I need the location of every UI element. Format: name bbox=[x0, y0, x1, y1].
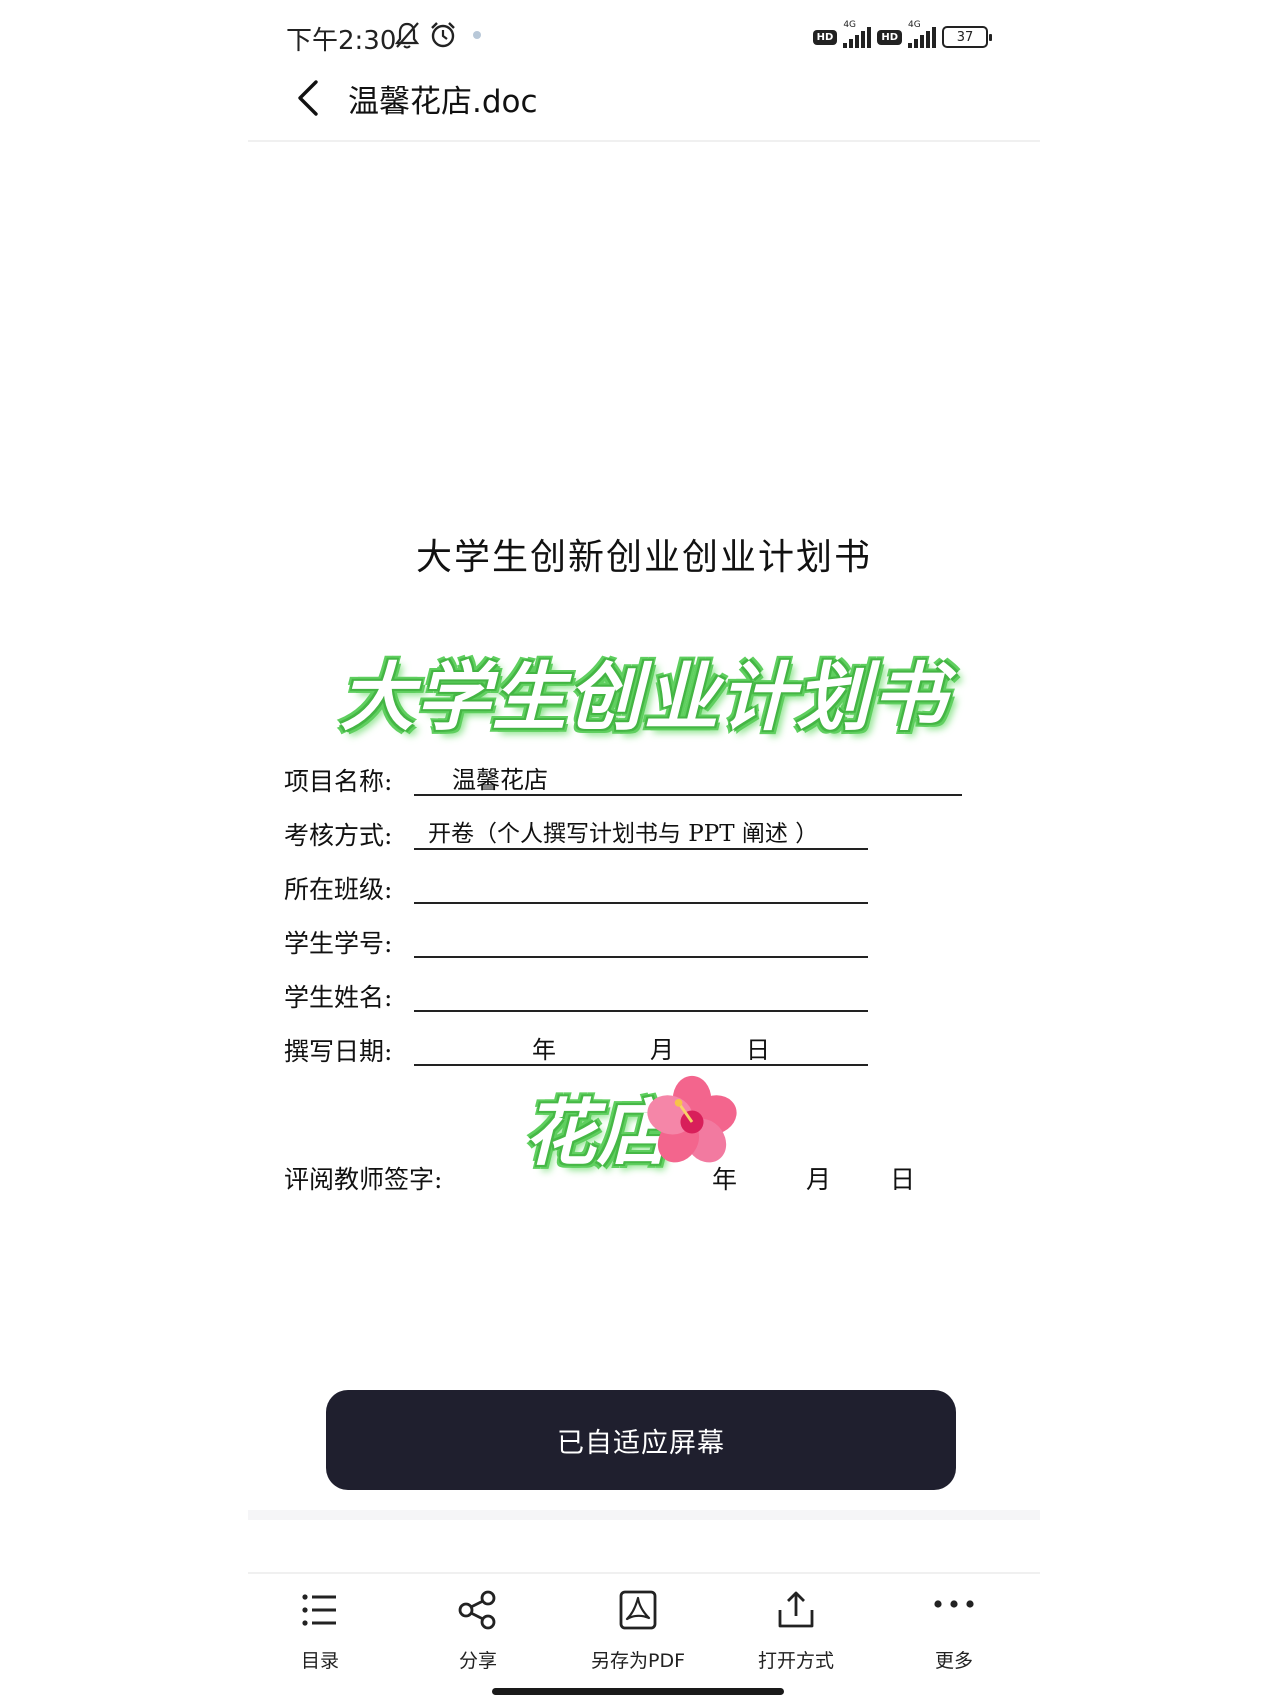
teacher-sign-row: 评阅教师签字: 年 月 日 bbox=[284, 1160, 984, 1200]
field-write-date: 撰写日期: 年 月 日 bbox=[284, 1028, 1024, 1068]
field-assessment: 考核方式: 开卷（个人撰写计划书与 PPT 阐述 ） bbox=[284, 812, 1024, 852]
sign-month: 月 bbox=[806, 1165, 832, 1194]
alarm-icon bbox=[431, 22, 455, 48]
sync-icon bbox=[473, 31, 481, 39]
upload-icon bbox=[778, 1591, 814, 1628]
hibiscus-flower-icon bbox=[647, 1075, 737, 1163]
status-time: 下午2:30 bbox=[286, 26, 397, 56]
battery-level: 37 bbox=[956, 29, 974, 45]
date-month: 月 bbox=[650, 1036, 674, 1064]
sticker-title: 大学生创业计划书 bbox=[340, 655, 948, 741]
field-label: 撰写日期: bbox=[284, 1037, 393, 1066]
document-page[interactable]: 大学生创新创业创业计划书 大学生创业计划书 项目名称: 温馨花店 考核方式: 开… bbox=[248, 144, 1040, 1516]
fit-screen-button[interactable]: 已自适应屏幕 bbox=[326, 1390, 956, 1490]
battery-icon: 37 bbox=[942, 26, 992, 48]
toc-label: 目录 bbox=[300, 1650, 339, 1672]
field-class: 所在班级: bbox=[284, 866, 1024, 906]
back-button[interactable] bbox=[288, 76, 328, 120]
share-icon bbox=[458, 1590, 496, 1630]
field-project-name: 项目名称: 温馨花店 bbox=[284, 758, 1024, 798]
document-heading: 大学生创新创业创业计划书 bbox=[415, 537, 872, 578]
open-with-button[interactable]: 打开方式 bbox=[726, 1588, 866, 1684]
status-right: HD 4G HD 4G 37 bbox=[812, 20, 992, 52]
bottom-toolbar: 目录 分享 另存为PDF 打开方式 更多 bbox=[248, 1572, 1040, 1682]
hd-badge-2: HD bbox=[877, 29, 902, 45]
field-value: 温馨花店 bbox=[452, 766, 548, 794]
date-year: 年 bbox=[532, 1036, 556, 1064]
date-day: 日 bbox=[746, 1036, 770, 1064]
pdf-icon bbox=[619, 1590, 657, 1630]
field-label: 项目名称: bbox=[284, 767, 393, 796]
sign-day: 日 bbox=[890, 1165, 916, 1194]
status-bar: 下午2:30 HD 4G HD 4G 37 bbox=[248, 14, 992, 58]
more-label: 更多 bbox=[934, 1650, 973, 1672]
field-label: 考核方式: bbox=[284, 821, 393, 850]
more-button[interactable]: 更多 bbox=[884, 1588, 1024, 1684]
save-pdf-label: 另存为PDF bbox=[590, 1650, 686, 1672]
open-with-label: 打开方式 bbox=[757, 1650, 834, 1672]
field-student-id: 学生学号: bbox=[284, 920, 1024, 960]
signal-icon-2: 4G bbox=[908, 20, 936, 48]
field-student-name: 学生姓名: bbox=[284, 974, 1024, 1014]
teacher-sign-label: 评阅教师签字: bbox=[284, 1165, 443, 1194]
field-value: 开卷（个人撰写计划书与 PPT 阐述 ） bbox=[428, 821, 819, 847]
field-label: 学生学号: bbox=[284, 929, 393, 958]
signal-icon: 4G bbox=[843, 20, 872, 48]
divider bbox=[248, 1510, 1040, 1520]
chevron-left-icon bbox=[298, 80, 318, 116]
share-label: 分享 bbox=[458, 1650, 497, 1672]
field-label: 学生姓名: bbox=[284, 983, 393, 1012]
sign-year: 年 bbox=[712, 1165, 738, 1194]
home-indicator[interactable] bbox=[492, 1688, 784, 1695]
toc-button[interactable]: 目录 bbox=[250, 1588, 390, 1684]
share-button[interactable]: 分享 bbox=[408, 1588, 548, 1684]
list-icon bbox=[302, 1594, 336, 1626]
bell-muted-icon bbox=[394, 22, 420, 49]
app-header: 温馨花店.doc bbox=[248, 62, 1040, 142]
more-icon bbox=[934, 1600, 974, 1608]
hd-badge: HD bbox=[812, 29, 838, 45]
save-pdf-button[interactable]: 另存为PDF bbox=[568, 1588, 708, 1684]
field-label: 所在班级: bbox=[284, 875, 393, 904]
document-title: 温馨花店.doc bbox=[348, 84, 538, 120]
